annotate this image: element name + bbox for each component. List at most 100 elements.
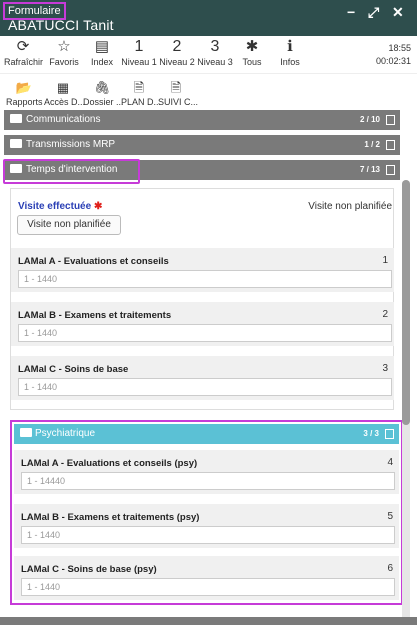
all-button[interactable]: ✱ Tous <box>238 38 266 68</box>
current-time: 18:55 <box>388 43 411 53</box>
window-header: Formulaire ABATUCCI Tanit − ⤢ ✕ <box>0 0 417 36</box>
folder-open-icon <box>20 428 32 437</box>
section-count: 1 / 2 <box>364 140 380 149</box>
scrollbar-thumb[interactable] <box>402 180 410 425</box>
section-count: 7 / 13 <box>359 165 380 174</box>
psy-c-number: 6 <box>387 563 393 574</box>
lamal-c-block: LAMal C - Soins de base 3 1 - 1440 <box>11 356 394 400</box>
dossier-label: Dossier ... <box>83 97 124 107</box>
psy-a-block: LAMal A - Evaluations et conseils (psy) … <box>14 450 399 494</box>
psy-a-number: 4 <box>387 457 393 468</box>
section-label: Communications <box>26 114 101 125</box>
document-icon[interactable] <box>386 140 395 150</box>
visite-status: Visite non planifiée <box>308 201 392 212</box>
info-label: Infos <box>280 57 300 67</box>
psy-a-title: LAMal A - Evaluations et conseils (psy) <box>21 458 198 469</box>
level-2-button[interactable]: 2 Niveau 2 <box>158 38 196 68</box>
level-1-label: Niveau 1 <box>121 57 157 67</box>
star-icon: ☆ <box>57 38 71 55</box>
reports-label: Rapports <box>6 97 43 107</box>
psy-b-block: LAMal B - Examens et traitements (psy) 5… <box>14 504 399 548</box>
elapsed-time: 00:02:31 <box>375 56 411 66</box>
lamal-b-block: LAMal B - Examens et traitements 2 1 - 1… <box>11 302 394 346</box>
lamal-c-input[interactable]: 1 - 1440 <box>18 378 392 396</box>
lamal-b-number: 2 <box>382 309 388 320</box>
close-icon[interactable]: ✕ <box>392 4 404 21</box>
dossier-button[interactable]: 🖇 Dossier ... <box>83 80 124 108</box>
toolbar-secondary: 📂 Rapports ▦ Accès D... 🖇 Dossier ... 🗎 … <box>0 74 417 110</box>
suivi-label: SUIVI C... <box>158 97 199 107</box>
folder-icon <box>10 114 22 123</box>
psy-a-input[interactable]: 1 - 14440 <box>21 472 395 490</box>
next-section-bar[interactable] <box>0 617 417 625</box>
level-3-icon: 3 <box>210 38 220 55</box>
toolbar: ⟳ Rafraîchir ☆ Favoris ▤ Index 1 Niveau … <box>0 36 417 74</box>
psy-c-input[interactable]: 1 - 1440 <box>21 578 395 596</box>
plan-button[interactable]: 🗎 PLAN D... <box>121 80 162 108</box>
index-button[interactable]: ▤ Index <box>87 38 117 68</box>
section-transmissions[interactable]: Transmissions MRP 1 / 2 <box>4 135 400 155</box>
psy-c-block: LAMal C - Soins de base (psy) 6 1 - 1440 <box>14 556 399 600</box>
visite-label: Visite effectuée ✱ <box>18 201 102 212</box>
maximize-icon[interactable]: ⤢ <box>368 4 379 21</box>
section-label: Transmissions MRP <box>26 139 116 150</box>
lamal-b-input[interactable]: 1 - 1440 <box>18 324 392 342</box>
refresh-icon: ⟳ <box>16 38 30 55</box>
reports-button[interactable]: 📂 Rapports <box>6 80 43 108</box>
lamal-b-title: LAMal B - Examens et traitements <box>18 310 172 321</box>
refresh-label: Rafraîchir <box>4 57 44 67</box>
level-1-icon: 1 <box>134 38 144 55</box>
all-label: Tous <box>242 57 262 67</box>
level-1-button[interactable]: 1 Niveau 1 <box>120 38 158 68</box>
plan-label: PLAN D... <box>121 97 162 107</box>
psy-b-title: LAMal B - Examens et traitements (psy) <box>21 512 200 523</box>
clock: 18:55 00:02:31 <box>376 42 411 68</box>
suivi-button[interactable]: 🗎 SUIVI C... <box>158 80 199 108</box>
psy-b-input[interactable]: 1 - 1440 <box>21 526 395 544</box>
form-body: Communications 2 / 10 Transmissions MRP … <box>0 110 417 625</box>
info-icon: ℹ <box>287 38 293 55</box>
index-icon: ▤ <box>94 38 110 55</box>
document-icon[interactable] <box>386 165 395 175</box>
favorites-button[interactable]: ☆ Favoris <box>47 38 81 68</box>
visite-non-planifiee-button[interactable]: Visite non planifiée <box>17 215 121 235</box>
patient-name: ABATUCCI Tanit <box>8 17 114 33</box>
document-icon[interactable] <box>385 429 394 439</box>
index-label: Index <box>90 57 114 67</box>
visite-label-text: Visite effectuée <box>18 201 92 212</box>
psychiatrique-section: Psychiatrique 3 / 3 LAMal A - Evaluation… <box>10 420 403 605</box>
level-2-icon: 2 <box>172 38 182 55</box>
lamal-a-input[interactable]: 1 - 1440 <box>18 270 392 288</box>
folder-open-icon: 📂 <box>15 80 33 95</box>
lamal-a-number: 1 <box>382 255 388 266</box>
psychiatrique-label: Psychiatrique <box>35 428 96 439</box>
refresh-button[interactable]: ⟳ Rafraîchir <box>4 38 44 68</box>
access-button[interactable]: ▦ Accès D... <box>44 80 86 108</box>
section-communications[interactable]: Communications 2 / 10 <box>4 110 400 130</box>
qr-code-icon: ▦ <box>56 80 70 95</box>
document-icon: 🗎 <box>133 80 145 95</box>
document-icon[interactable] <box>386 115 395 125</box>
level-2-label: Niveau 2 <box>159 57 195 67</box>
psychiatrique-count: 3 / 3 <box>363 429 379 438</box>
required-icon: ✱ <box>93 201 103 212</box>
lamal-a-title: LAMal A - Evaluations et conseils <box>18 256 169 267</box>
section-count: 2 / 10 <box>359 115 380 124</box>
level-3-label: Niveau 3 <box>197 57 233 67</box>
minimize-icon[interactable]: − <box>347 4 355 20</box>
folder-icon <box>10 139 22 148</box>
psy-b-number: 5 <box>387 511 393 522</box>
lamal-c-number: 3 <box>382 363 388 374</box>
asterisk-icon: ✱ <box>245 38 259 55</box>
lamal-c-title: LAMal C - Soins de base <box>18 364 129 375</box>
highlight-temps <box>3 159 140 184</box>
psy-c-title: LAMal C - Soins de base (psy) <box>21 564 157 575</box>
scrollbar[interactable] <box>402 180 410 625</box>
pdf-icon: 🗎 <box>170 80 182 95</box>
favorites-label: Favoris <box>49 57 79 67</box>
info-button[interactable]: ℹ Infos <box>276 38 304 68</box>
paperclip-icon: 🖇 <box>93 80 111 95</box>
access-label: Accès D... <box>44 97 86 107</box>
psychiatrique-header[interactable]: Psychiatrique 3 / 3 <box>14 424 399 444</box>
level-3-button[interactable]: 3 Niveau 3 <box>196 38 234 68</box>
